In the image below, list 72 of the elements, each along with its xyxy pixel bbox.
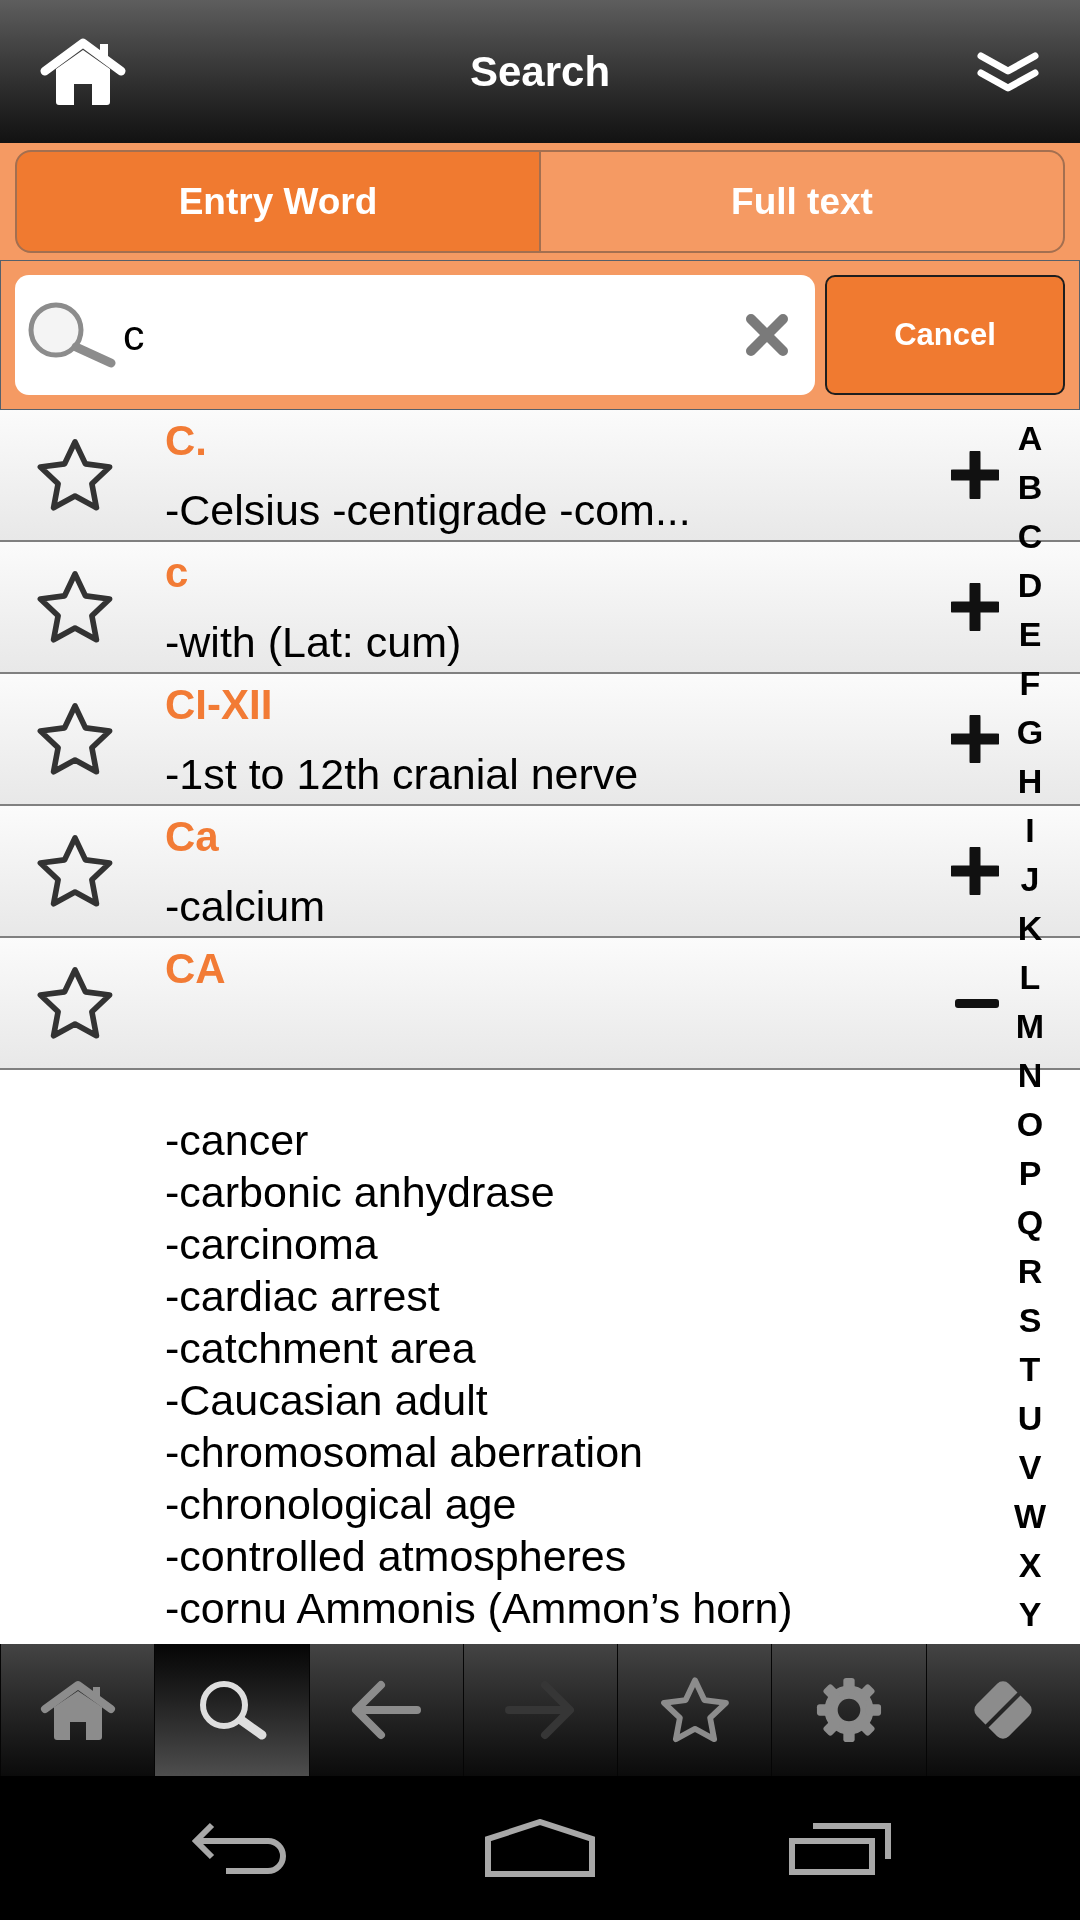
index-letter[interactable]: N [1005,1051,1055,1100]
entry-headword: CA [165,944,226,994]
index-letter[interactable]: J [1005,855,1055,904]
star-icon[interactable] [37,570,113,644]
home-icon[interactable] [485,1819,595,1877]
index-letter[interactable]: O [1005,1100,1055,1149]
definition-line: -catchment area [165,1323,476,1374]
entry-headword: c [165,548,189,598]
index-letter[interactable]: M [1005,1002,1055,1051]
definition-line: -chronological age [165,1479,517,1530]
index-letter[interactable]: H [1005,757,1055,806]
index-letter[interactable]: Q [1005,1198,1055,1247]
index-letter[interactable]: K [1005,904,1055,953]
entry-headword: Ca [165,812,219,862]
entry-row[interactable]: Ca -calcium [0,806,1005,938]
index-letter[interactable]: V [1005,1443,1055,1492]
entry-headword: C. [165,416,207,466]
index-letter[interactable]: I [1005,806,1055,855]
entry-row[interactable]: C. -Celsius -centigrade -com... [0,410,1005,542]
definition-line: -Caucasian adult [165,1375,488,1426]
index-letter[interactable]: S [1005,1296,1055,1345]
index-letter[interactable]: Y [1005,1590,1055,1639]
star-icon[interactable] [37,966,113,1040]
toolbar-button[interactable] [617,1644,772,1776]
toolbar-button[interactable] [771,1644,926,1776]
plus-icon[interactable] [951,715,999,763]
index-letter[interactable]: F [1005,659,1055,708]
plus-icon[interactable] [951,847,999,895]
home-icon[interactable] [40,37,126,106]
star-icon[interactable] [37,702,113,776]
entry-definition: -Celsius -centigrade -com... [165,485,691,536]
double-chevron-icon[interactable] [976,49,1040,94]
definition-line: -cornu Ammonis (Ammon’s horn) [165,1583,793,1634]
toolbar-button[interactable] [308,1644,463,1776]
minus-icon[interactable] [955,998,999,1008]
index-letter[interactable]: D [1005,561,1055,610]
entry-row[interactable]: CI-XII -1st to 12th cranial nerve [0,674,1005,806]
search-icon [26,300,117,368]
plus-icon[interactable] [951,583,999,631]
index-letter[interactable]: U [1005,1394,1055,1443]
definition-line: -carbonic anhydrase [165,1167,555,1218]
index-letter[interactable]: W [1005,1492,1055,1541]
definition-line: -controlled atmospheres [165,1531,627,1582]
index-letter[interactable]: R [1005,1247,1055,1296]
definition-line: -carcinoma [165,1219,378,1270]
entry-definition: -with (Lat: cum) [165,617,462,668]
recents-icon[interactable] [789,1821,891,1875]
entry-row[interactable]: c -with (Lat: cum) [0,542,1005,674]
star-icon[interactable] [37,834,113,908]
plus-icon[interactable] [951,451,999,499]
index-letter[interactable]: T [1005,1345,1055,1394]
index-letter[interactable]: C [1005,512,1055,561]
page-title: Search [469,46,611,97]
entry-headword: CI-XII [165,680,273,730]
index-letter[interactable]: G [1005,708,1055,757]
toolbar-button[interactable] [0,1644,155,1776]
definition-line: -chromosomal aberration [165,1427,643,1478]
search-field[interactable]: c [15,275,815,395]
index-letter[interactable]: P [1005,1149,1055,1198]
toolbar-button[interactable] [925,1644,1080,1776]
index-letter[interactable]: X [1005,1541,1055,1590]
index-letter[interactable]: A [1005,414,1055,463]
index-letter[interactable]: B [1005,463,1055,512]
entry-definition: -1st to 12th cranial nerve [165,749,639,800]
definition-line: -cardiac arrest [165,1271,440,1322]
definition-line: -cancer [165,1115,309,1166]
clear-icon[interactable] [745,313,789,357]
toolbar-button[interactable] [154,1644,309,1776]
index-letter[interactable]: E [1005,610,1055,659]
entry-definition: -calcium [165,881,326,932]
index-letter[interactable]: L [1005,953,1055,1002]
star-icon[interactable] [37,438,113,512]
